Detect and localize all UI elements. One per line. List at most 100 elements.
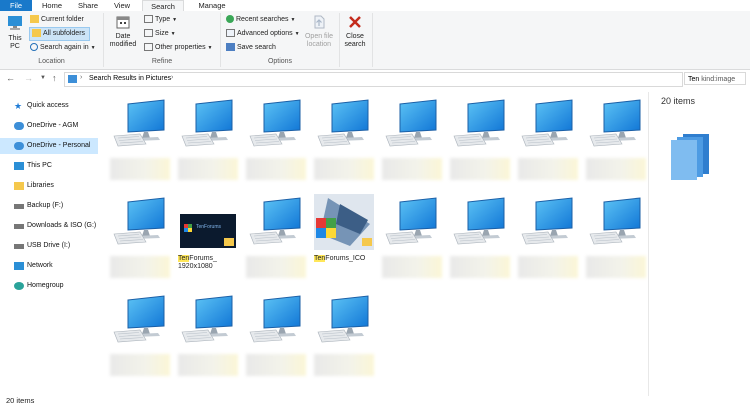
recent-searches-label: Recent searches — [236, 16, 289, 23]
file-item[interactable] — [242, 292, 309, 386]
computer-icon — [310, 96, 377, 156]
advanced-options-button[interactable]: Advanced options ▼ — [226, 28, 300, 40]
file-list: TenForums TenForums_ 1920x1080 TenForums_IC… — [104, 92, 646, 396]
tab-manage[interactable]: Manage — [190, 0, 234, 11]
file-item[interactable] — [514, 194, 581, 288]
back-arrow-icon[interactable]: ← — [6, 73, 15, 83]
nav-item-this-pc[interactable]: This PC — [0, 158, 98, 174]
nav-item-usb-drive[interactable]: USB Drive (I:) — [0, 238, 98, 254]
up-arrow-icon[interactable]: ↑ — [52, 73, 57, 83]
save-search-label: Save search — [237, 44, 276, 51]
close-search-label: Close search — [344, 33, 366, 48]
file-item[interactable] — [242, 194, 309, 288]
tab-home[interactable]: Home — [36, 0, 68, 11]
other-properties-button[interactable]: Other properties ▼ — [144, 42, 213, 54]
tab-file[interactable]: File — [0, 0, 32, 11]
libraries-icon — [14, 182, 24, 190]
open-file-location-icon — [314, 15, 325, 29]
network-icon — [14, 262, 24, 270]
current-folder-label: Current folder — [41, 16, 84, 23]
open-file-location-button[interactable]: Open file location — [302, 14, 336, 49]
close-icon — [349, 16, 361, 28]
type-button[interactable]: Type ▼ — [144, 14, 177, 26]
search-icon — [30, 43, 38, 52]
type-label: Type — [155, 16, 171, 23]
computer-icon — [582, 194, 649, 254]
file-name: TenForums_ICO — [314, 255, 366, 262]
nav-item-onedrive-personal[interactable]: OneDrive - Personal — [0, 138, 98, 154]
blurred-file-name — [246, 354, 306, 376]
nav-item-quick-access[interactable]: ★ Quick access — [0, 98, 98, 114]
file-item[interactable] — [106, 194, 173, 288]
file-item[interactable] — [514, 96, 581, 190]
breadcrumb: Search Results in Pictures — [89, 75, 172, 82]
nav-item-homegroup[interactable]: Homegroup — [0, 278, 98, 294]
nav-item-backup[interactable]: Backup (F:) — [0, 198, 98, 214]
save-search-button[interactable]: Save search — [226, 42, 276, 54]
computer-icon — [106, 194, 173, 254]
file-item[interactable]: TenForums_ICO — [310, 194, 377, 288]
file-item[interactable] — [378, 194, 445, 288]
file-name: TenForums_ 1920x1080 — [178, 255, 217, 270]
search-again-in-button[interactable]: Search again in ▼ — [30, 42, 96, 54]
file-item[interactable] — [106, 96, 173, 190]
date-modified-button[interactable]: Date modified — [106, 14, 140, 49]
image-thumbnail — [310, 194, 377, 254]
subfolders-icon — [32, 29, 41, 38]
nav-item-libraries[interactable]: Libraries — [0, 178, 98, 194]
file-item[interactable] — [446, 96, 513, 190]
file-item[interactable] — [310, 96, 377, 190]
nav-item-onedrive-agm[interactable]: OneDrive - AGM — [0, 118, 98, 134]
group-separator — [339, 13, 340, 67]
blurred-file-name — [178, 158, 238, 180]
all-subfolders-label: All subfolders — [43, 30, 86, 37]
address-bar[interactable]: › Search Results in Pictures › — [64, 72, 683, 87]
usb-drive-icon — [14, 244, 24, 249]
search-text: Ten — [688, 76, 700, 83]
search-input[interactable]: Ten kind:image — [684, 72, 746, 85]
file-item[interactable] — [582, 194, 649, 288]
ribbon: This PC Current folder All subfolders Se… — [0, 11, 750, 70]
computer-icon — [14, 162, 24, 170]
recent-searches-icon — [226, 15, 234, 24]
file-item[interactable] — [242, 96, 309, 190]
tab-view[interactable]: View — [107, 0, 137, 11]
blurred-file-name — [110, 354, 170, 376]
group-label-options: Options — [267, 58, 293, 65]
all-subfolders-button[interactable]: All subfolders — [29, 27, 90, 41]
close-search-button[interactable]: Close search — [341, 14, 369, 49]
file-item[interactable] — [446, 194, 513, 288]
file-item[interactable] — [106, 292, 173, 386]
this-pc-button[interactable]: This PC — [3, 14, 27, 51]
type-icon — [144, 15, 153, 24]
details-item-count: 20 items — [661, 96, 696, 106]
advanced-options-label: Advanced options — [237, 30, 293, 37]
nav-item-downloads-iso[interactable]: Downloads & ISO (G:) — [0, 218, 98, 234]
blurred-file-name — [110, 158, 170, 180]
current-folder-button[interactable]: Current folder — [30, 14, 84, 26]
recent-searches-button[interactable]: Recent searches ▼ — [226, 14, 295, 26]
blurred-file-name — [314, 354, 374, 376]
file-item[interactable] — [378, 96, 445, 190]
file-item[interactable] — [174, 96, 241, 190]
search-match-highlight: Ten — [314, 255, 326, 262]
file-item[interactable] — [174, 292, 241, 386]
file-item[interactable] — [310, 292, 377, 386]
tab-share[interactable]: Share — [72, 0, 104, 11]
group-label-location: Location — [38, 58, 65, 65]
computer-icon — [310, 292, 377, 352]
blurred-file-name — [246, 158, 306, 180]
blurred-file-name — [382, 158, 442, 180]
search-results-icon — [68, 75, 77, 83]
recent-locations-icon[interactable]: ▼ — [40, 75, 46, 81]
size-icon — [144, 29, 153, 38]
computer-icon — [378, 96, 445, 156]
star-icon: ★ — [14, 101, 23, 111]
computer-icon — [174, 292, 241, 352]
size-button[interactable]: Size ▼ — [144, 28, 176, 40]
nav-item-network[interactable]: Network — [0, 258, 98, 274]
advanced-options-icon — [226, 29, 235, 38]
forward-arrow-icon[interactable]: → — [24, 73, 33, 83]
file-item[interactable]: TenForums TenForums_ 1920x1080 — [174, 194, 241, 288]
file-item[interactable] — [582, 96, 649, 190]
